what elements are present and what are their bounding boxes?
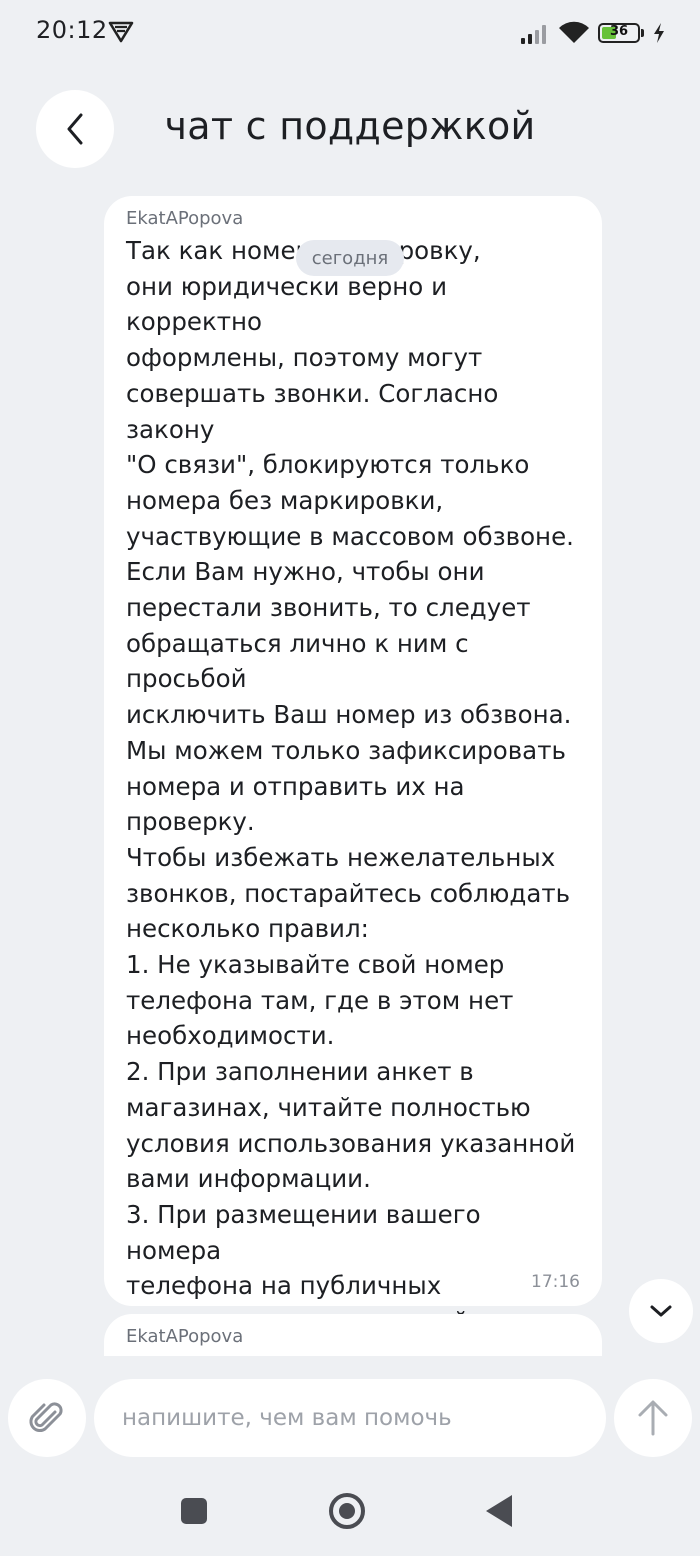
system-nav-bar <box>0 1466 700 1556</box>
message-time: 17:16 <box>531 1272 580 1292</box>
arrow-up-icon <box>638 1400 668 1436</box>
battery-icon: 36 <box>598 23 640 43</box>
message-input-placeholder: напишите, чем вам помочь <box>122 1405 452 1431</box>
attach-button[interactable] <box>8 1379 86 1457</box>
chat-message-list[interactable]: EkatAPopova Так как номер маркировку, он… <box>0 180 700 1356</box>
message-sender: EkatAPopova <box>126 208 244 229</box>
date-badge: сегодня <box>296 240 404 276</box>
message-input[interactable]: напишите, чем вам помочь <box>94 1379 606 1457</box>
status-time: 20:12 <box>36 16 108 44</box>
home-dot-icon <box>339 1503 355 1519</box>
paperclip-icon <box>29 1402 63 1433</box>
status-bar: 20:12 36 <box>0 0 700 66</box>
system-back-button[interactable] <box>486 1495 512 1527</box>
scroll-down-button[interactable] <box>629 1279 693 1343</box>
charging-icon <box>654 23 664 43</box>
message-text: Так как номер маркировку, они юридически… <box>126 236 576 1356</box>
message-bubble: EkatAPopova <box>104 1314 602 1356</box>
chevron-down-icon <box>650 1305 672 1317</box>
vpn-shield-icon <box>108 21 134 43</box>
message-bubble: EkatAPopova Так как номер маркировку, он… <box>104 196 602 1356</box>
recents-button[interactable] <box>181 1498 207 1524</box>
page-title: чат с поддержкой <box>164 104 536 148</box>
status-icons: 36 <box>520 18 666 48</box>
signal-icon <box>521 25 546 44</box>
wifi-icon <box>559 21 589 43</box>
home-button[interactable] <box>329 1493 365 1529</box>
battery-nub <box>641 29 644 37</box>
send-button[interactable] <box>614 1379 692 1457</box>
battery-level: 36 <box>609 24 629 39</box>
message-sender: EkatAPopova <box>126 1326 244 1347</box>
